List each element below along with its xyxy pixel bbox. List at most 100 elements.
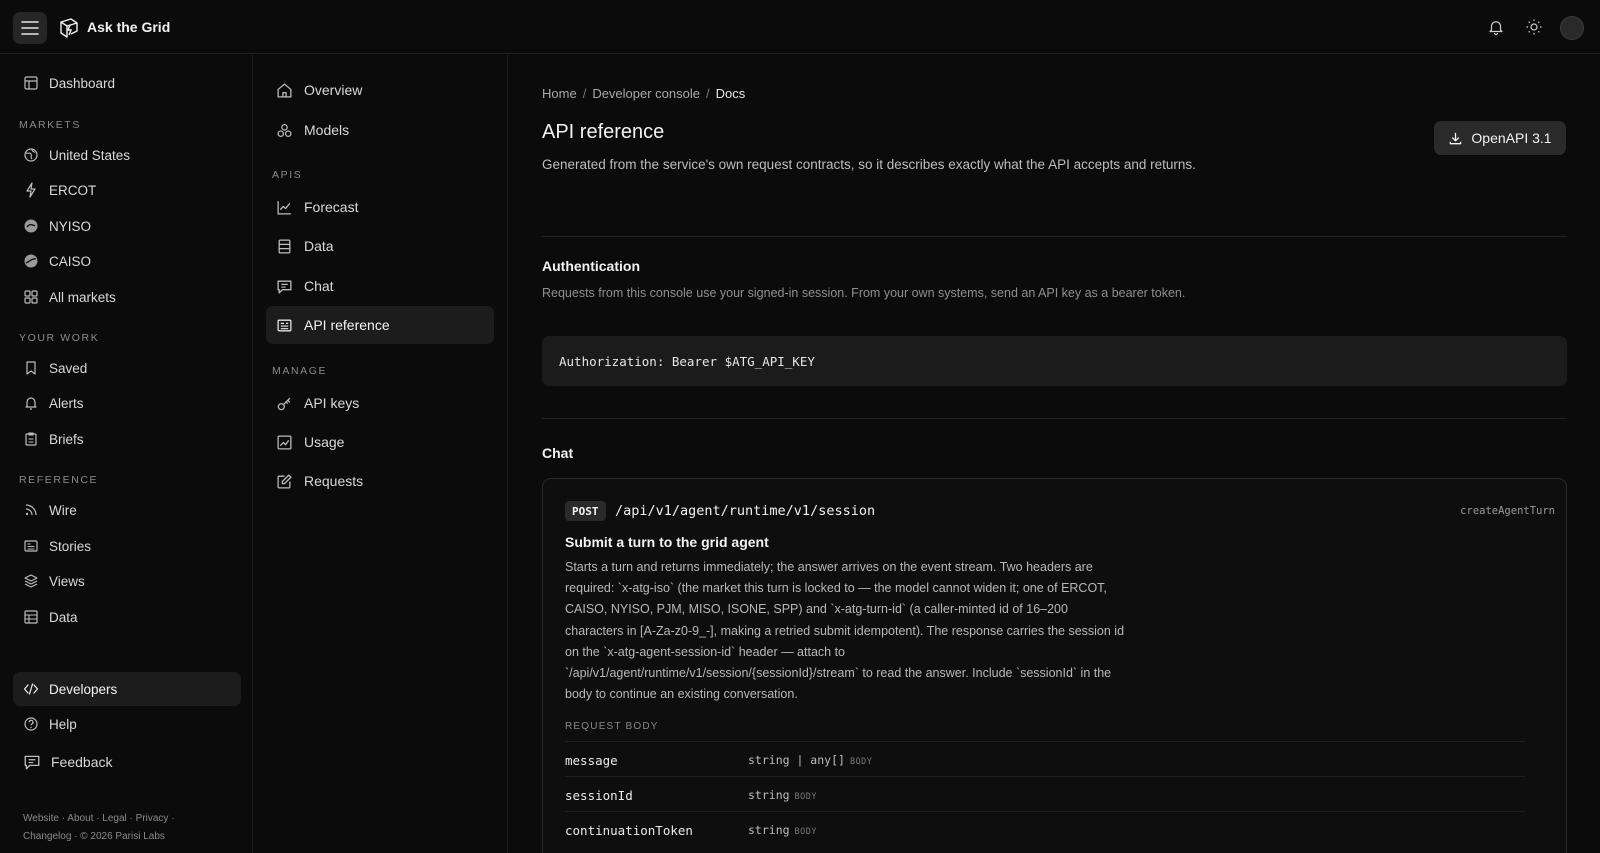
table-row: sessionId string BODY [565, 776, 1525, 811]
code-icon [23, 683, 39, 695]
field-type-cell: string BODY [748, 788, 817, 802]
auth-code-block[interactable]: Authorization: Bearer $ATG_API_KEY [542, 336, 1567, 386]
sidebar-item-nyiso[interactable]: NYISO [13, 209, 241, 243]
footer-links[interactable]: Website · About · Legal · Privacy · Chan… [23, 810, 223, 846]
subnav-item-models[interactable]: Models [266, 111, 494, 149]
sidebar-item-label: Briefs [49, 431, 84, 447]
subnav-item-requests[interactable]: Requests [266, 462, 494, 500]
sidebar-item-developers[interactable]: Developers [13, 672, 241, 706]
sidebar-item-stories[interactable]: Stories [13, 529, 241, 563]
sidebar-item-feedback[interactable]: Feedback [13, 745, 241, 779]
subnav-item-overview[interactable]: Overview [266, 71, 494, 109]
divider [542, 236, 1567, 237]
section-label-markets: MARKETS [19, 119, 81, 131]
field-type: string [748, 823, 790, 837]
auth-title: Authentication [542, 258, 640, 274]
sidebar-item-briefs[interactable]: Briefs [13, 422, 241, 456]
field-type: string | any[] [748, 753, 845, 767]
http-method-badge: POST [565, 501, 606, 521]
layers-icon [24, 574, 38, 588]
top-bar: Ask the Grid [0, 0, 1600, 54]
sidebar-item-label: Feedback [51, 754, 113, 770]
sidebar-item-ercot[interactable]: ERCOT [13, 173, 241, 207]
endpoint-card: POST /api/v1/agent/runtime/v1/session cr… [542, 478, 1567, 853]
dashboard-icon [24, 76, 38, 90]
table-row: continuationToken string BODY [565, 811, 1525, 846]
footer-line[interactable]: Website · About · Legal · Privacy · [23, 810, 223, 828]
sidebar-item-united-states[interactable]: United States [13, 138, 241, 172]
footer-line[interactable]: Changelog · © 2026 Parisi Labs [23, 828, 223, 846]
section-label-apis: APIS [272, 169, 303, 181]
hamburger-icon [21, 21, 39, 35]
globe-icon [24, 148, 38, 162]
subnav-item-label: Chat [304, 278, 334, 294]
sidebar-item-label: Views [49, 573, 85, 589]
divider [542, 418, 1567, 419]
brand-name[interactable]: Ask the Grid [87, 19, 170, 35]
sidebar-item-wire[interactable]: Wire [13, 493, 241, 527]
sidebar-item-views[interactable]: Views [13, 564, 241, 598]
sidebar-item-label: CAISO [49, 253, 92, 269]
field-type-cell: string | any[] BODY [748, 753, 872, 767]
edit-icon [277, 473, 292, 489]
subnav-item-data[interactable]: Data [266, 227, 494, 265]
key-icon [277, 397, 291, 410]
operation-id: createAgentTurn [1460, 505, 1555, 517]
sidebar-item-help[interactable]: Help [13, 707, 241, 741]
table-icon [24, 610, 38, 624]
subnav-item-label: Requests [304, 473, 364, 489]
subnav-item-label: Overview [304, 82, 363, 98]
bell-icon [25, 397, 37, 410]
sidebar-item-label: Wire [49, 502, 77, 518]
subnav-item-forecast[interactable]: Forecast [266, 188, 494, 226]
avatar[interactable] [1560, 16, 1584, 40]
chat-icon [277, 280, 292, 294]
sidebar-item-saved[interactable]: Saved [13, 351, 241, 385]
sidebar-item-label: ERCOT [49, 182, 97, 198]
openapi-download-button[interactable]: OpenAPI 3.1 [1434, 121, 1566, 155]
subnav-item-usage[interactable]: Usage [266, 423, 494, 461]
endpoint-description: Starts a turn and returns immediately; t… [565, 560, 1125, 702]
subnav-item-label: Usage [304, 434, 345, 450]
sidebar-item-label: Dashboard [49, 75, 116, 91]
home-icon [277, 82, 292, 98]
sidebar-item-caiso[interactable]: CAISO [13, 244, 241, 278]
sidebar-item-label: All markets [49, 289, 116, 305]
document-icon [277, 319, 292, 331]
page-subtitle: Generated from the service's own request… [542, 157, 1196, 172]
subnav-item-chat[interactable]: Chat [266, 267, 494, 305]
sun-icon [1526, 19, 1542, 35]
request-body-label: REQUEST BODY [565, 721, 659, 732]
bolt-icon [26, 182, 36, 198]
field-name: sessionId [565, 788, 633, 803]
menu-button[interactable] [13, 12, 47, 44]
sidebar-item-alerts[interactable]: Alerts [13, 386, 241, 420]
sidebar-item-dashboard[interactable]: Dashboard [13, 66, 241, 100]
subnav-item-api-keys[interactable]: API keys [266, 384, 494, 422]
subnav-item-api-reference[interactable]: API reference [266, 306, 494, 344]
sidebar-item-label: Stories [49, 538, 92, 554]
download-icon [1450, 132, 1462, 144]
subnav-item-label: Forecast [304, 199, 359, 215]
breadcrumb-home[interactable]: Home [542, 86, 577, 101]
notifications-button[interactable] [1485, 16, 1507, 38]
rss-icon [25, 504, 37, 516]
message-icon [24, 755, 40, 770]
bookmark-icon [26, 361, 36, 375]
field-type: string [748, 788, 790, 802]
logo-icon[interactable] [58, 17, 80, 39]
sidebar-item-data[interactable]: Data [13, 600, 241, 634]
sidebar-item-label: NYISO [49, 218, 92, 234]
sidebar-item-all-markets[interactable]: All markets [13, 280, 241, 314]
chart-icon [277, 434, 292, 450]
line-chart-icon [277, 200, 291, 215]
database-icon [278, 238, 291, 254]
boxes-icon [277, 123, 292, 137]
sidebar-item-label: Data [49, 609, 78, 625]
subnav-item-label: Data [304, 238, 334, 254]
sidebar-item-label: Help [49, 716, 77, 732]
breadcrumb-developer-console[interactable]: Developer console [592, 86, 700, 101]
section-label-your-work: YOUR WORK [19, 332, 100, 344]
main-content: Home / Developer console / Docs API referenc… [509, 55, 1600, 853]
theme-toggle-button[interactable] [1523, 16, 1545, 38]
